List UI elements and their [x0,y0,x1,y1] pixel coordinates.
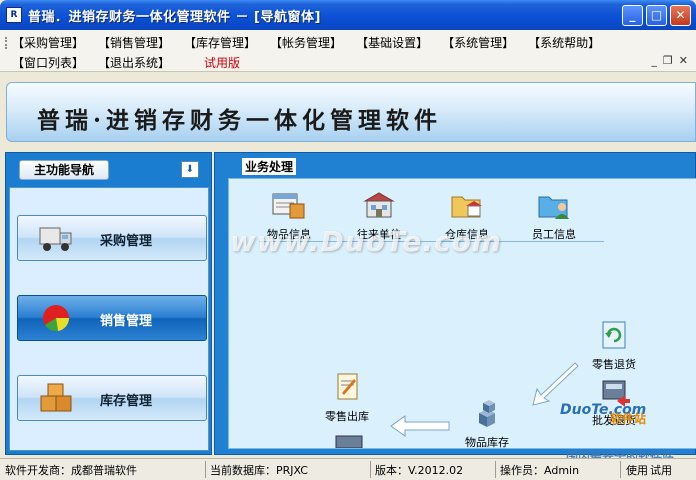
status-operator: 操作员：Admin [500,464,580,477]
status-database: 当前数据库：PRJXC [210,464,308,477]
cubes-icon [479,400,495,427]
status-trial: 试用 [650,464,672,477]
app-logo-icon[interactable]: R [6,7,22,23]
nav-item-purchase[interactable]: 采购管理 [17,215,207,261]
retail-return-icon [602,321,626,349]
section-title: 业务处理 [242,158,297,175]
watermark-text: www.DuoTe.com [230,225,502,258]
header-banner: 普瑞·进销存财务一体化管理软件 [6,82,696,142]
arrow-down-icon[interactable]: ⬇ [181,161,199,178]
window-title: 普瑞．进销存财务一体化管理软件 － [导航窗体] [28,10,321,25]
maximize-button[interactable]: □ [646,5,667,26]
menu-help[interactable]: 【系统帮助】 [528,34,600,51]
trial-label: 试用版 [204,56,241,70]
toolbar-grip-icon[interactable] [5,37,8,49]
minimize-button[interactable]: _ [622,5,643,26]
main-nav-panel: 主功能导航 ⬇ 采购管理 销售管理 库存管理 [5,152,212,455]
mdi-minimize-button[interactable]: _ [651,54,657,67]
tool-label: 物品库存 [465,436,509,449]
menu-basic-settings[interactable]: 【基础设置】 [356,34,428,51]
menu-accounts[interactable]: 【帐务管理】 [270,34,342,51]
tool-goods-stock[interactable]: 物品库存 [465,397,509,450]
tool-label: 零售出库 [325,410,369,423]
status-version: 版本：V.2012.02 [375,464,464,477]
status-bar: 软件开发商：成都普瑞软件 当前数据库：PRJXC 版本：V.2012.02 操作… [0,458,696,480]
close-button[interactable]: ✕ [670,5,691,26]
menu-exit[interactable]: 【退出系统】 [98,54,170,71]
partner-unit-icon [363,192,395,218]
status-developer: 软件开发商：成都普瑞软件 [5,464,137,477]
menu-row-secondary: 【窗口列表】 【退出系统】 试用版 [12,54,254,71]
tool-employee-info[interactable]: 员工信息 [532,189,576,242]
status-divider [620,461,621,478]
menu-purchase[interactable]: 【采购管理】 [12,34,84,51]
menu-bar: 【采购管理】 【销售管理】 【库存管理】 【帐务管理】 【基础设置】 【系统管理… [0,30,696,72]
watermark-badge: 软件站 [610,412,647,426]
mdi-controls: _ ❐ ✕ [651,54,688,67]
menu-sales[interactable]: 【销售管理】 [98,34,170,51]
nav-item-sales[interactable]: 销售管理 [17,295,207,341]
truck-icon [39,227,72,251]
tool-label: 员工信息 [532,228,576,241]
menu-window-list[interactable]: 【窗口列表】 [12,54,84,71]
tool-retail-return[interactable]: 零售退货 [592,319,636,372]
status-divider [370,461,371,478]
warehouse-folder-icon [451,196,482,218]
mdi-restore-button[interactable]: ❐ [663,54,673,67]
menu-row-main: 【采购管理】 【销售管理】 【库存管理】 【帐务管理】 【基础设置】 【系统管理… [12,34,614,51]
nav-item-label: 采购管理 [100,234,153,249]
boxes-icon [40,383,72,412]
status-divider [205,461,206,478]
nav-list: 采购管理 销售管理 库存管理 [9,187,209,451]
menu-system-manage[interactable]: 【系统管理】 [442,34,514,51]
menu-inventory[interactable]: 【库存管理】 [184,34,256,51]
nav-header: 主功能导航 [19,160,109,180]
nav-item-label: 库存管理 [100,394,153,409]
status-divider [495,461,496,478]
flow-arrow-icon [390,415,450,437]
title-bar: R 普瑞．进销存财务一体化管理软件 － [导航窗体] _ □ ✕ [0,0,696,30]
pie-chart-icon [43,305,70,332]
nav-item-label: 销售管理 [100,314,153,329]
tool-retail-out[interactable]: 零售出库 [325,371,369,424]
status-usage: 使用 [626,464,648,477]
mdi-close-button[interactable]: ✕ [679,54,688,67]
flow-arrow-icon [532,362,579,406]
nav-item-inventory[interactable]: 库存管理 [17,375,207,421]
banner-title: 普瑞·进销存财务一体化管理软件 [37,107,443,134]
retail-out-icon [337,373,358,400]
partial-tool-icon [335,435,363,448]
employee-folder-icon [538,196,569,219]
goods-info-icon [272,193,305,219]
tool-label: 零售退货 [592,358,636,371]
